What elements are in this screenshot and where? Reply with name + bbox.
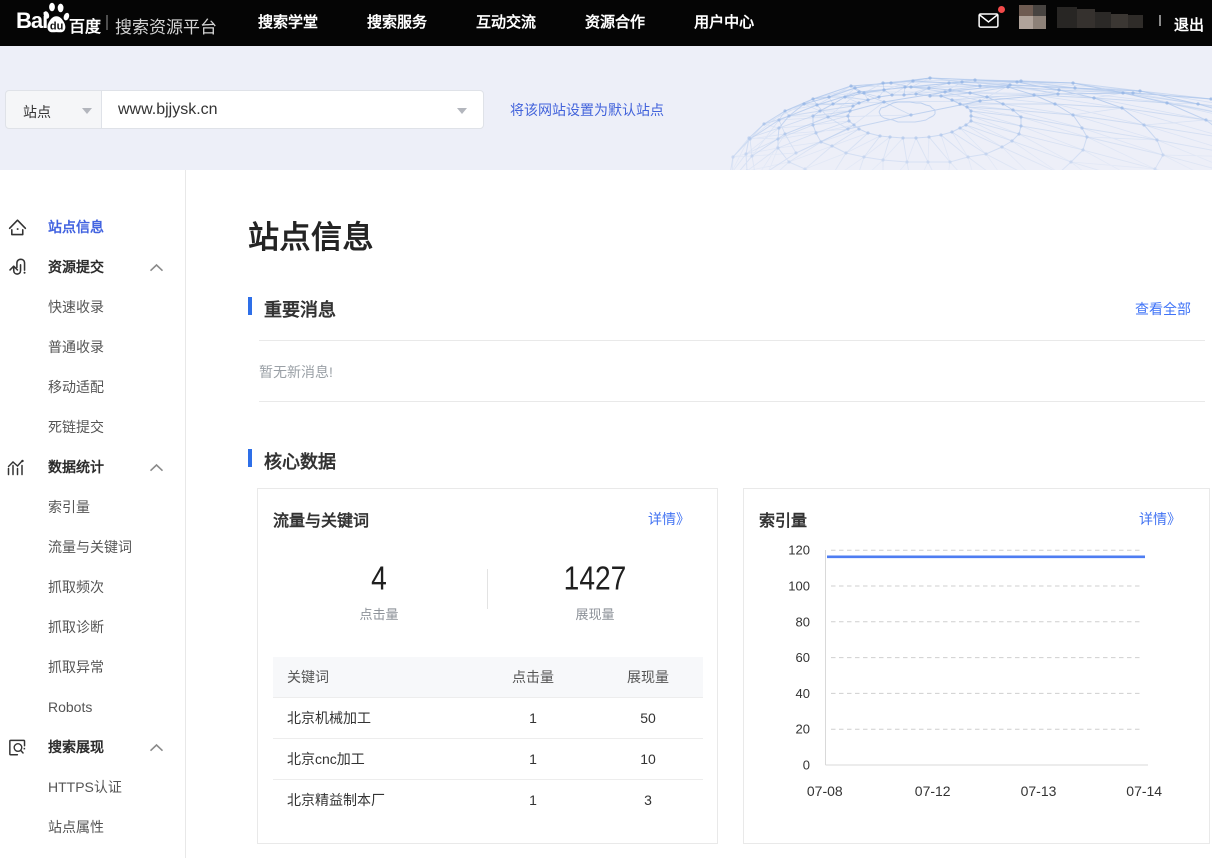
svg-text:20: 20 [796,722,810,737]
svg-text:07-08: 07-08 [807,783,843,799]
svg-text:80: 80 [796,614,810,629]
svg-text:60: 60 [796,650,810,665]
svg-text:100: 100 [788,579,810,594]
svg-text:0: 0 [803,758,810,773]
svg-text:07-12: 07-12 [915,783,951,799]
svg-text:07-13: 07-13 [1021,783,1057,799]
svg-text:07-14: 07-14 [1126,783,1162,799]
svg-text:40: 40 [796,686,810,701]
svg-text:120: 120 [788,543,810,558]
svg-text:du: du [50,20,63,32]
